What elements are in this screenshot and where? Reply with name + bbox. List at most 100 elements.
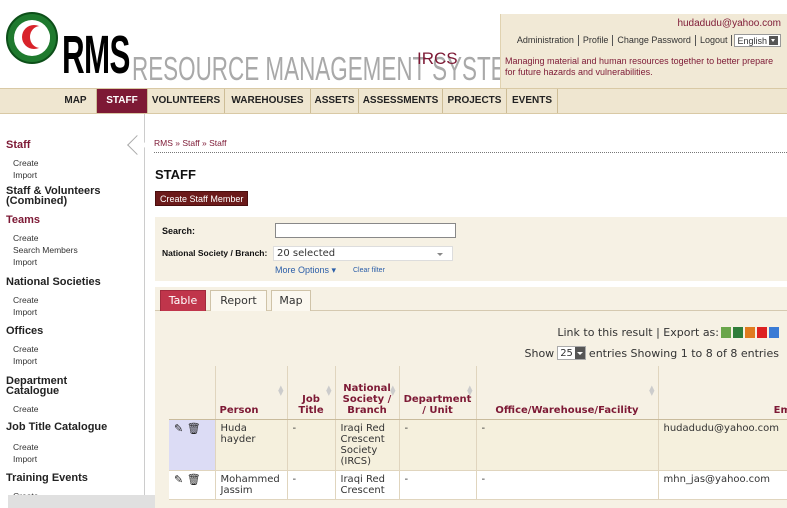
administration-link[interactable]: Administration: [513, 35, 579, 46]
tab-table[interactable]: Table: [160, 290, 206, 311]
sidebar-teams[interactable]: Teams: [6, 215, 40, 226]
search-input[interactable]: [275, 223, 456, 238]
sidebar-national[interactable]: National Societies: [6, 277, 101, 288]
change-password-link[interactable]: Change Password: [613, 35, 696, 46]
sidebar-staff[interactable]: Staff: [6, 140, 30, 151]
language-value: English: [737, 35, 767, 46]
cell-dept: -: [399, 470, 477, 500]
col-actions: [169, 366, 216, 420]
nav-projects[interactable]: PROJECTS: [443, 89, 507, 113]
sidebar-dept-create[interactable]: Create: [13, 404, 39, 414]
export-pdf-icon[interactable]: [757, 327, 767, 338]
sidebar-teams-create[interactable]: Create: [13, 233, 39, 243]
sort-icon: ▲ ▼: [278, 384, 284, 397]
language-select[interactable]: English: [734, 34, 781, 47]
export-rss-icon[interactable]: [745, 327, 755, 338]
brand-title: RMS RESOURCE MANAGEMENT SYSTEM IRCS: [62, 28, 524, 88]
results-panel: Table Report Map Link to this result | E…: [155, 287, 787, 508]
national-society-label: National Society / Branch:: [162, 248, 268, 258]
sidebar-teams-import[interactable]: Import: [13, 257, 37, 267]
cell-office: -: [476, 470, 659, 500]
delete-trash-icon[interactable]: 🗑: [187, 422, 201, 435]
sidebar-offices[interactable]: Offices: [6, 326, 43, 337]
nav-assessments[interactable]: ASSESSMENTS: [359, 89, 443, 113]
cell-job: -: [287, 419, 336, 471]
main-content: RMS » Staff » Staff STAFF Create Staff M…: [146, 114, 787, 508]
more-options-link[interactable]: More Options ▾: [275, 265, 336, 276]
view-tabs: Table Report Map: [155, 287, 787, 311]
nav-events[interactable]: EVENTS: [507, 89, 558, 113]
table-header-row: Person ▲ ▼ Job Title ▲ ▼ National Society / …: [169, 366, 787, 420]
profile-link[interactable]: Profile: [579, 35, 614, 46]
sidebar-staff-create[interactable]: Create: [13, 158, 39, 168]
tab-report[interactable]: Report: [210, 290, 267, 311]
delete-trash-icon[interactable]: 🗑: [187, 473, 201, 486]
brand-org: IRCS: [417, 49, 458, 68]
edit-pencil-icon[interactable]: ✎: [174, 422, 183, 435]
chevron-down-icon: [769, 36, 778, 45]
col-person[interactable]: Person ▲ ▼: [215, 366, 288, 420]
ircs-logo[interactable]: [6, 12, 58, 64]
sidebar-teams-search[interactable]: Search Members: [13, 245, 78, 255]
top-links-panel: hudadudu@yahoo.com Administration Profil…: [500, 14, 787, 88]
chevron-down-icon: [437, 253, 443, 256]
tagline: Managing material and human resources to…: [505, 56, 774, 77]
nav-volunteers[interactable]: VOLUNTEERS: [148, 89, 225, 113]
nav-staff[interactable]: STAFF: [97, 89, 148, 113]
export-row: Link to this result | Export as:: [557, 326, 779, 339]
sidebar-combined[interactable]: Staff & Volunteers (Combined): [6, 186, 136, 207]
nav-map[interactable]: MAP: [55, 89, 97, 113]
sort-icon: ▲ ▼: [390, 384, 396, 397]
sidebar-jobtitle-create[interactable]: Create: [13, 442, 39, 452]
col-department[interactable]: Department / Unit ▲ ▼: [399, 366, 477, 420]
nav-assets[interactable]: ASSETS: [311, 89, 359, 113]
cell-person[interactable]: Mohammed Jassim: [215, 470, 288, 500]
cell-ns: Iraqi Red Crescent Society (IRCS): [335, 419, 400, 471]
cell-person[interactable]: Huda hayder: [215, 419, 288, 471]
sidebar-offices-import[interactable]: Import: [13, 356, 37, 366]
staff-table: Person ▲ ▼ Job Title ▲ ▼ National Society / …: [169, 366, 787, 500]
table-row[interactable]: ✎ 🗑 Huda hayder - Iraqi Red Crescent Soc…: [169, 419, 787, 471]
national-society-select[interactable]: 20 selected: [273, 246, 453, 261]
page-title: STAFF: [155, 167, 196, 182]
nav-warehouses[interactable]: WAREHOUSES: [225, 89, 311, 113]
edit-pencil-icon[interactable]: ✎: [174, 473, 183, 486]
sidebar-dept[interactable]: Department Catalogue: [6, 376, 96, 397]
account-menu: Administration Profile Change Password L…: [513, 34, 781, 47]
sidebar-jobtitle[interactable]: Job Title Catalogue: [6, 422, 107, 433]
sidebar: Staff Create Import Staff & Volunteers (…: [0, 114, 147, 508]
page-size-select[interactable]: 25: [557, 346, 586, 360]
clear-filter-link[interactable]: Clear filter: [353, 267, 385, 274]
sidebar-jobtitle-import[interactable]: Import: [13, 454, 37, 464]
search-label: Search:: [162, 226, 196, 236]
crescent-icon: [22, 25, 50, 49]
export-text[interactable]: Link to this result | Export as:: [557, 326, 719, 339]
sidebar-national-create[interactable]: Create: [13, 295, 39, 305]
main-nav: MAP STAFF VOLUNTEERS WAREHOUSES ASSETS A…: [0, 88, 787, 114]
header: RMS RESOURCE MANAGEMENT SYSTEM IRCS huda…: [0, 0, 787, 88]
staff-table-wrap: Person ▲ ▼ Job Title ▲ ▼ National Society / …: [169, 366, 787, 508]
user-email-link[interactable]: hudadudu@yahoo.com: [677, 18, 781, 29]
col-office[interactable]: Office/Warehouse/Facility ▲ ▼: [476, 366, 659, 420]
col-national-society[interactable]: National Society / Branch ▲ ▼: [335, 366, 400, 420]
export-xls-icon[interactable]: [733, 327, 743, 338]
export-map-icon[interactable]: [769, 327, 779, 338]
sidebar-staff-import[interactable]: Import: [13, 170, 37, 180]
chevron-down-icon: [574, 347, 585, 359]
tab-map[interactable]: Map: [271, 290, 311, 311]
table-row[interactable]: ✎ 🗑 Mohammed Jassim - Iraqi Red Crescent…: [169, 470, 787, 500]
col-job-title[interactable]: Job Title ▲ ▼: [287, 366, 336, 420]
cell-job: -: [287, 470, 336, 500]
breadcrumb[interactable]: RMS » Staff » Staff: [154, 138, 226, 148]
sidebar-training[interactable]: Training Events: [6, 473, 88, 484]
cell-email[interactable]: hudadudu@yahoo.com: [658, 419, 787, 471]
cell-email[interactable]: mhn_jas@yahoo.com: [658, 470, 787, 500]
col-email[interactable]: Email: [658, 366, 787, 420]
logout-link[interactable]: Logout: [696, 35, 733, 46]
sidebar-offices-create[interactable]: Create: [13, 344, 39, 354]
export-csv-icon[interactable]: [721, 327, 731, 338]
create-staff-button[interactable]: Create Staff Member: [155, 191, 249, 206]
sidebar-national-import[interactable]: Import: [13, 307, 37, 317]
ns-selected-value: 20 selected: [277, 248, 336, 259]
sidebar-collapse-handle[interactable]: [127, 135, 147, 155]
